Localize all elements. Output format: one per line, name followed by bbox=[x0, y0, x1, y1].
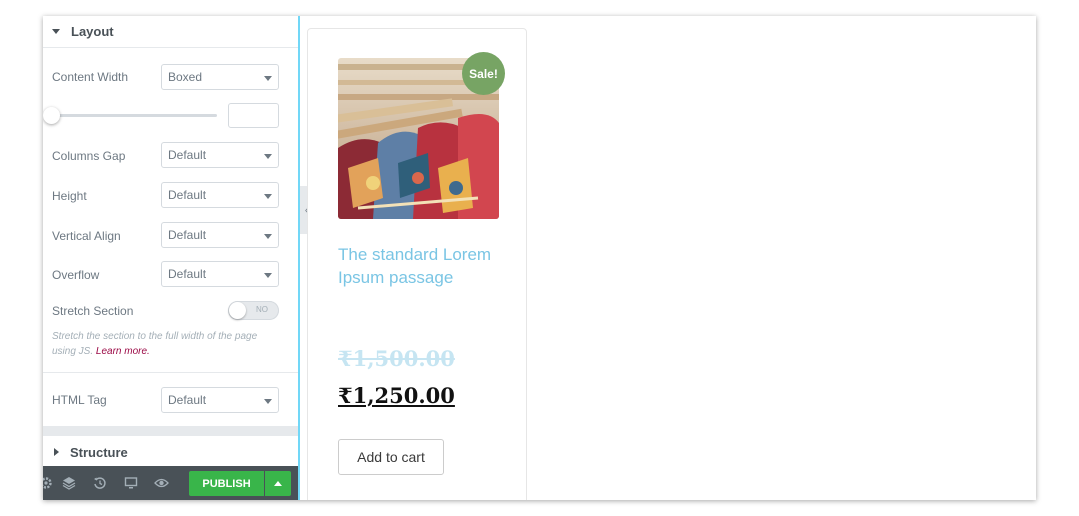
stretch-section-label: Stretch Section bbox=[52, 304, 134, 318]
add-to-cart-button[interactable]: Add to cart bbox=[338, 439, 444, 475]
html-tag-value: Default bbox=[168, 393, 207, 407]
publish-button[interactable]: PUBLISH bbox=[189, 471, 264, 496]
section-separator bbox=[43, 426, 298, 436]
stretch-description-text: Stretch the section to the full width of… bbox=[52, 331, 258, 357]
html-tag-label: HTML Tag bbox=[52, 393, 107, 407]
caret-up-icon bbox=[274, 481, 282, 486]
editor-frame: Layout Content Width Boxed Columns Gap D… bbox=[43, 16, 1036, 500]
chevron-down-icon bbox=[264, 273, 272, 278]
height-label: Height bbox=[52, 189, 87, 203]
caret-down-icon bbox=[52, 29, 60, 34]
sale-badge: Sale! bbox=[462, 52, 505, 95]
overflow-select[interactable]: Default bbox=[161, 261, 279, 287]
content-width-value: Boxed bbox=[168, 70, 203, 84]
toggle-state-text: NO bbox=[256, 305, 268, 314]
structure-section-header[interactable]: Structure bbox=[43, 438, 298, 466]
chevron-down-icon bbox=[264, 399, 272, 404]
columns-gap-select[interactable]: Default bbox=[161, 142, 279, 168]
content-width-label: Content Width bbox=[52, 70, 129, 84]
product-title[interactable]: The standard Lorem Ipsum passage bbox=[338, 243, 498, 289]
structure-section-title: Structure bbox=[70, 444, 128, 460]
settings-icon[interactable] bbox=[43, 466, 53, 500]
stretch-description: Stretch the section to the full width of… bbox=[52, 329, 282, 359]
columns-gap-label: Columns Gap bbox=[52, 149, 126, 163]
content-width-select[interactable]: Boxed bbox=[161, 64, 279, 90]
history-icon[interactable] bbox=[84, 466, 115, 500]
preview-icon[interactable] bbox=[146, 466, 177, 500]
publish-options-button[interactable] bbox=[265, 471, 291, 496]
editor-panel: Layout Content Width Boxed Columns Gap D… bbox=[43, 16, 298, 500]
chevron-down-icon bbox=[264, 154, 272, 159]
chevron-down-icon bbox=[264, 234, 272, 239]
regular-price: ₹1,500.00 bbox=[338, 346, 455, 371]
toggle-knob bbox=[229, 302, 246, 319]
width-number-input[interactable] bbox=[228, 103, 279, 128]
width-slider-handle[interactable] bbox=[43, 107, 60, 124]
vertical-align-select[interactable]: Default bbox=[161, 222, 279, 248]
layout-section-title: Layout bbox=[71, 24, 114, 39]
vertical-align-value: Default bbox=[168, 228, 207, 242]
layers-icon[interactable] bbox=[53, 466, 84, 500]
panel-footer: PUBLISH bbox=[43, 466, 298, 500]
caret-right-icon bbox=[54, 448, 59, 456]
learn-more-link[interactable]: Learn more. bbox=[96, 346, 150, 357]
responsive-icon[interactable] bbox=[115, 466, 146, 500]
vertical-align-label: Vertical Align bbox=[52, 229, 121, 243]
width-slider-track[interactable] bbox=[52, 114, 217, 117]
overflow-label: Overflow bbox=[52, 268, 100, 282]
sale-price: ₹1,250.00 bbox=[338, 383, 455, 408]
product-card: Sale! The standard Lorem Ipsum passage ₹… bbox=[307, 28, 527, 500]
height-value: Default bbox=[168, 188, 207, 202]
divider bbox=[43, 372, 298, 373]
html-tag-select[interactable]: Default bbox=[161, 387, 279, 413]
stretch-section-toggle[interactable]: NO bbox=[228, 301, 279, 320]
panel-border bbox=[298, 16, 300, 500]
columns-gap-value: Default bbox=[168, 148, 207, 162]
overflow-value: Default bbox=[168, 267, 207, 281]
layout-section-header[interactable]: Layout bbox=[43, 16, 298, 48]
height-select[interactable]: Default bbox=[161, 182, 279, 208]
chevron-down-icon bbox=[264, 76, 272, 81]
chevron-down-icon bbox=[264, 194, 272, 199]
